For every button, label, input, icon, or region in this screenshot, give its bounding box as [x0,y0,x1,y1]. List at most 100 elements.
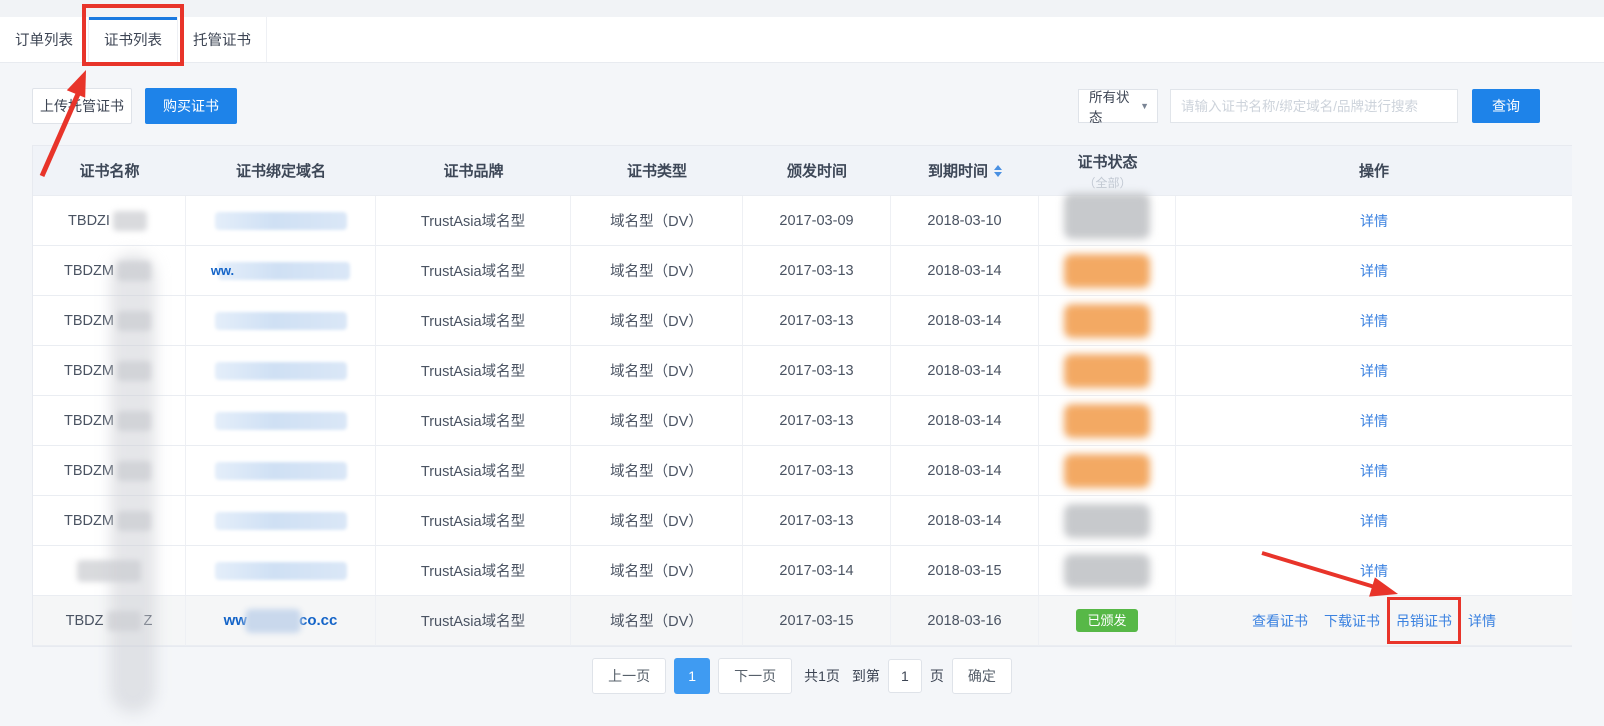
upload-hosted-cert-button[interactable]: 上传托管证书 [32,88,132,124]
cell-actions: 详情 [1176,446,1572,496]
toolbar: 上传托管证书 购买证书 所有状态 ▼ 查询 [32,88,1572,124]
cell-issue-date: 2017-03-13 [743,396,891,446]
column-header-label: 证书状态 [1077,151,1137,172]
column-header: 证书品牌 [376,146,571,196]
cert-name-text: TBDZM [64,513,114,529]
domain-text: ww [224,612,247,629]
cell-cert-type: 域名型（DV） [571,396,743,446]
cell-status [1039,346,1176,396]
view-cert-link[interactable]: 查看证书 [1252,611,1308,631]
domain-link[interactable]: ww. [211,263,234,278]
detail-link[interactable]: 详情 [1360,261,1388,281]
cell-cert-type: 域名型（DV） [571,596,743,646]
cell-status [1039,196,1176,246]
cell-status [1039,396,1176,446]
search-input[interactable] [1170,89,1458,123]
cert-name-text: Z [144,613,153,629]
cell-expiry-date: 2018-03-16 [891,596,1039,646]
cell-expiry-date: 2018-03-14 [891,446,1039,496]
next-page-button[interactable]: 下一页 [718,658,792,694]
prev-page-button[interactable]: 上一页 [592,658,666,694]
main-content: 上传托管证书 购买证书 所有状态 ▼ 查询 证书名称证书绑定域名证书品牌证书类型… [0,63,1604,726]
cell-brand: TrustAsia域名型 [376,246,571,296]
column-header: 证书名称 [33,146,186,196]
revoke-cert-link[interactable]: 吊销证书 [1396,611,1452,631]
cert-name-text: TBDZM [64,313,114,329]
cell-expiry-date: 2018-03-15 [891,546,1039,596]
cell-bound-domain: ww. [186,246,376,296]
cell-cert-name: TBDZM [33,246,186,296]
cell-cert-name: TBDZM [33,396,186,446]
cell-status [1039,296,1176,346]
status-filter-select[interactable]: 所有状态 ▼ [1078,89,1158,123]
cell-actions: 详情 [1176,196,1572,246]
cell-bound-domain [186,296,376,346]
redacted-status-blob [1064,554,1150,588]
cell-cert-type: 域名型（DV） [571,346,743,396]
cell-expiry-date: 2018-03-14 [891,246,1039,296]
redacted-blob [117,411,151,431]
redacted-blob [113,211,147,231]
cell-cert-name: TBDZM [33,346,186,396]
detail-link[interactable]: 详情 [1468,611,1496,631]
cell-expiry-date: 2018-03-10 [891,196,1039,246]
domain-text: co.cc [299,612,337,629]
goto-page-input[interactable] [888,659,922,693]
column-header-sub: （全部） [1083,174,1131,191]
tab-order-list[interactable]: 订单列表 [0,17,89,62]
tab-certificate-list[interactable]: 证书列表 [89,17,178,62]
current-page-button[interactable]: 1 [674,658,710,694]
redacted-blob [117,461,151,481]
cell-bound-domain [186,346,376,396]
detail-link[interactable]: 详情 [1360,361,1388,381]
cert-name-text: TBDZM [64,263,114,279]
detail-link[interactable]: 详情 [1360,411,1388,431]
cell-cert-name: TBDZM [33,496,186,546]
cell-bound-domain [186,546,376,596]
tab-label: 托管证书 [193,29,251,50]
column-header: 到期时间 [891,146,1039,196]
redacted-domain-bar [215,362,347,380]
cert-name-text: TBDZM [64,363,114,379]
cell-status [1039,546,1176,596]
sort-down-icon [994,172,1002,177]
status-filter-value: 所有状态 [1089,86,1140,126]
redacted-status-blob [1064,454,1150,488]
sort-icon[interactable] [994,165,1002,177]
redacted-domain-bar [215,512,347,530]
cell-status [1039,446,1176,496]
column-header-group: 操作 [1359,160,1389,181]
column-header: 证书状态 （全部） [1039,146,1176,196]
column-header-label: 颁发时间 [787,160,847,181]
cell-cert-name: TBDZM [33,446,186,496]
redacted-blob [245,609,301,633]
column-header-group: 到期时间 [928,160,1002,181]
column-header-group: 证书品牌 [443,160,503,181]
tab-label: 证书列表 [104,29,162,50]
search-button[interactable]: 查询 [1472,89,1540,123]
cell-cert-name: TBDZM [33,296,186,346]
cell-actions: 详情 [1176,296,1572,346]
detail-link[interactable]: 详情 [1360,461,1388,481]
tab-hosted-certs[interactable]: 托管证书 [178,17,267,62]
cell-brand: TrustAsia域名型 [376,596,571,646]
cell-expiry-date: 2018-03-14 [891,496,1039,546]
detail-link[interactable]: 详情 [1360,511,1388,531]
cell-cert-type: 域名型（DV） [571,546,743,596]
tab-label: 订单列表 [15,29,73,50]
domain-link[interactable]: ww co.cc [224,609,338,633]
detail-link[interactable]: 详情 [1360,561,1388,581]
confirm-page-button[interactable]: 确定 [952,658,1012,694]
cell-brand: TrustAsia域名型 [376,496,571,546]
cell-issue-date: 2017-03-09 [743,196,891,246]
column-header-group: 证书名称 [79,160,139,181]
cell-issue-date: 2017-03-13 [743,446,891,496]
redacted-domain-bar [215,462,347,480]
detail-link[interactable]: 详情 [1360,311,1388,331]
redacted-status-blob [1064,254,1150,288]
detail-link[interactable]: 详情 [1360,211,1388,231]
top-strip [0,0,1604,17]
cert-name-text: TBDZ [66,613,104,629]
buy-cert-button[interactable]: 购买证书 [145,88,237,124]
download-cert-link[interactable]: 下载证书 [1324,611,1380,631]
